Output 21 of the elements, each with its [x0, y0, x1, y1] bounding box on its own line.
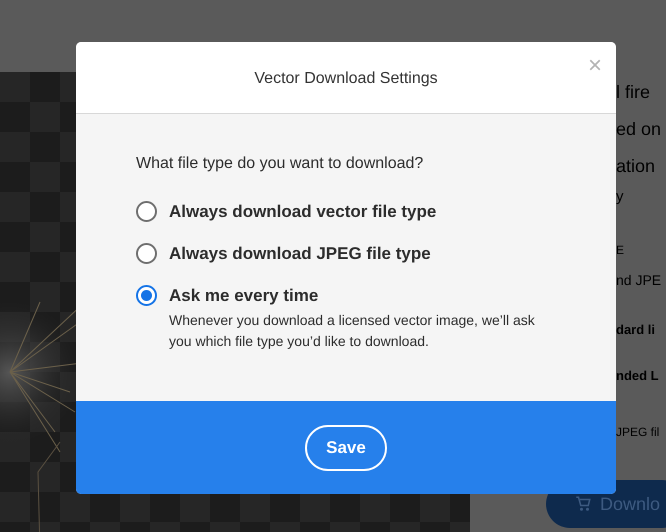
question-text: What file type do you want to download? [136, 154, 424, 174]
radio-button[interactable] [136, 285, 157, 306]
radio-button[interactable] [136, 243, 157, 264]
link[interactable]: y [616, 185, 624, 225]
option-label[interactable]: Always download JPEG file type [169, 242, 431, 266]
license-label: dard li [616, 321, 656, 339]
dialog-title: Vector Download Settings [254, 68, 438, 88]
license-label: nded L [616, 367, 659, 385]
option-label[interactable]: Ask me every time [169, 284, 559, 308]
caption-text: JPEG fil [616, 424, 660, 441]
heading-text: ed on [616, 118, 662, 141]
caption-text: E [616, 242, 624, 259]
save-button[interactable]: Save [305, 424, 387, 470]
option-label[interactable]: Always download vector file type [169, 200, 436, 224]
heading-text: l fire [616, 81, 650, 104]
radio-button[interactable] [136, 201, 157, 222]
close-button[interactable]: × [585, 54, 605, 78]
body-text: nd JPE [616, 271, 662, 290]
cart-icon [574, 495, 592, 513]
heading-text: ation [616, 155, 656, 178]
option-description: Whenever you download a licensed vector image, we’ll ask you which file type you’d like to download. [169, 311, 536, 351]
